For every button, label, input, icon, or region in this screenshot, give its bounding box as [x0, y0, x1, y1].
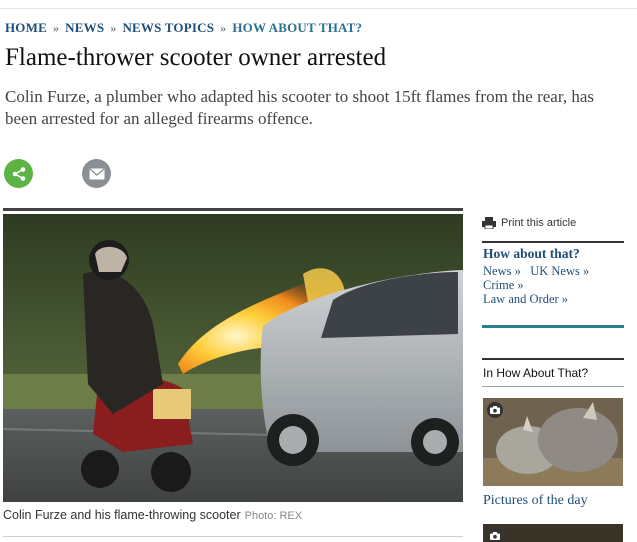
flame-scooter-photo: [3, 214, 463, 502]
article-headline: Flame-thrower scooter owner arrested: [5, 44, 387, 71]
topic-title[interactable]: How about that?: [483, 246, 580, 262]
photo-caption-text: Colin Furze and his flame-throwing scoot…: [3, 508, 241, 522]
section-box-title: In How About That?: [483, 366, 589, 380]
print-article-label: Print this article: [501, 217, 577, 229]
camera-icon: [487, 528, 503, 542]
share-button[interactable]: [4, 159, 33, 188]
printer-icon: [482, 217, 496, 229]
breadcrumb: HOME » NEWS » NEWS TOPICS » HOW ABOUT TH…: [5, 20, 362, 36]
article-photo: [3, 214, 463, 502]
print-article-link[interactable]: Print this article: [482, 217, 576, 229]
breadcrumb-separator: »: [52, 20, 60, 35]
topic-box-rule: [482, 241, 624, 243]
email-button[interactable]: [82, 159, 111, 188]
caption-divider: [3, 536, 463, 537]
tag-link-uk-news[interactable]: UK News »: [530, 264, 589, 278]
envelope-icon: [89, 168, 104, 179]
photo-credit: Photo: REX: [244, 510, 303, 522]
breadcrumb-news-topics[interactable]: NEWS TOPICS: [122, 20, 214, 36]
section-box-rule: [482, 358, 624, 360]
breadcrumb-home[interactable]: HOME: [5, 20, 47, 36]
breadcrumb-separator: »: [220, 20, 227, 35]
topic-tags: News » UK News » Crime » Law and Order »: [483, 264, 623, 306]
topic-box-bottom-rule: [482, 325, 624, 328]
top-divider: [0, 8, 637, 9]
article-standfirst: Colin Furze, a plumber who adapted his s…: [5, 87, 594, 128]
tag-link-crime[interactable]: Crime »: [483, 278, 524, 292]
gallery-thumbnail[interactable]: [483, 398, 623, 486]
tag-link-news[interactable]: News »: [483, 264, 521, 278]
photo-caption: Colin Furze and his flame-throwing scoot…: [3, 508, 302, 522]
tag-link-law-and-order[interactable]: Law and Order »: [483, 292, 568, 306]
section-box-divider: [482, 386, 624, 387]
camera-icon: [487, 402, 503, 418]
share-icon: [12, 166, 25, 181]
rhino-thumbnail-image: [483, 398, 623, 486]
breadcrumb-separator: »: [110, 20, 117, 35]
breadcrumb-how-about-that[interactable]: HOW ABOUT THAT?: [232, 20, 362, 36]
gallery-link[interactable]: Pictures of the day: [483, 493, 588, 509]
gallery-thumbnail-next[interactable]: [483, 524, 623, 542]
breadcrumb-news[interactable]: NEWS: [65, 20, 104, 36]
article-image-rule: [3, 208, 463, 211]
